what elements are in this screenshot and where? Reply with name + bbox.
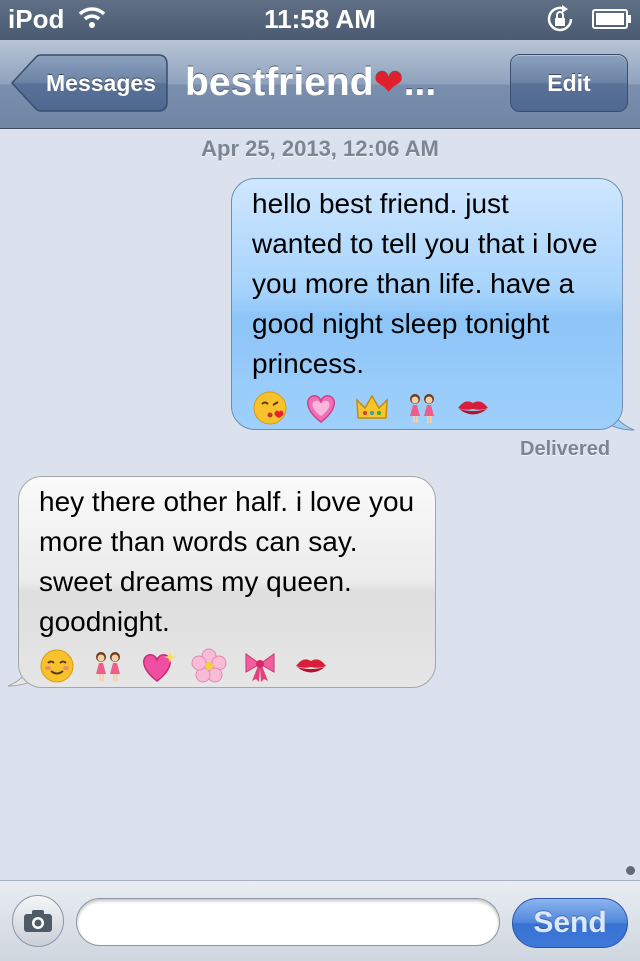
back-button[interactable]: Messages — [10, 54, 168, 112]
title-ellipsis: ... — [403, 61, 437, 104]
ribbon-icon — [245, 652, 275, 682]
sparkling-heart-icon — [142, 650, 176, 682]
incoming-message-bubble[interactable]: hey there other half. i love you more th… — [18, 476, 436, 688]
two-women-icon — [95, 651, 120, 681]
growing-heart-icon — [306, 394, 335, 423]
status-time: 11:58 AM — [264, 4, 376, 34]
message-text: hello best friend. just wanted to tell y… — [252, 188, 598, 379]
navigation-bar: Messages bestfriend❤... Edit — [0, 40, 640, 129]
kiss-mark-icon — [458, 400, 489, 415]
back-button-label: Messages — [46, 70, 156, 96]
smiling-face-icon — [40, 649, 74, 683]
status-bar: iPod 11:58 AM — [0, 0, 640, 40]
message-input[interactable] — [76, 898, 500, 946]
send-button[interactable]: Send — [512, 898, 628, 948]
delivered-status: Delivered — [520, 438, 611, 460]
emoji-row — [39, 644, 415, 684]
emoji-row — [252, 386, 602, 426]
cherry-blossom-icon — [191, 648, 227, 683]
conversation-timestamp: Apr 25, 2013, 12:06 AM — [201, 136, 439, 161]
two-women-icon — [410, 393, 435, 423]
contact-name: bestfriend — [185, 61, 374, 104]
outgoing-message-bubble[interactable]: hello best friend. just wanted to tell y… — [231, 178, 623, 430]
crown-icon — [355, 394, 388, 419]
battery-icon — [592, 9, 631, 29]
heart-icon: ❤ — [373, 62, 404, 103]
message-composer: Send — [0, 880, 640, 961]
edit-button[interactable]: Edit — [510, 54, 628, 112]
conversation-title: bestfriend❤... — [185, 58, 436, 108]
message-text: hey there other half. i love you more th… — [39, 486, 415, 637]
camera-icon — [24, 910, 52, 932]
kissing-face-icon — [253, 391, 287, 425]
scroll-indicator[interactable] — [626, 866, 635, 875]
rotation-lock-icon — [547, 5, 573, 32]
camera-button[interactable] — [12, 895, 64, 947]
kiss-mark-icon — [295, 658, 326, 673]
